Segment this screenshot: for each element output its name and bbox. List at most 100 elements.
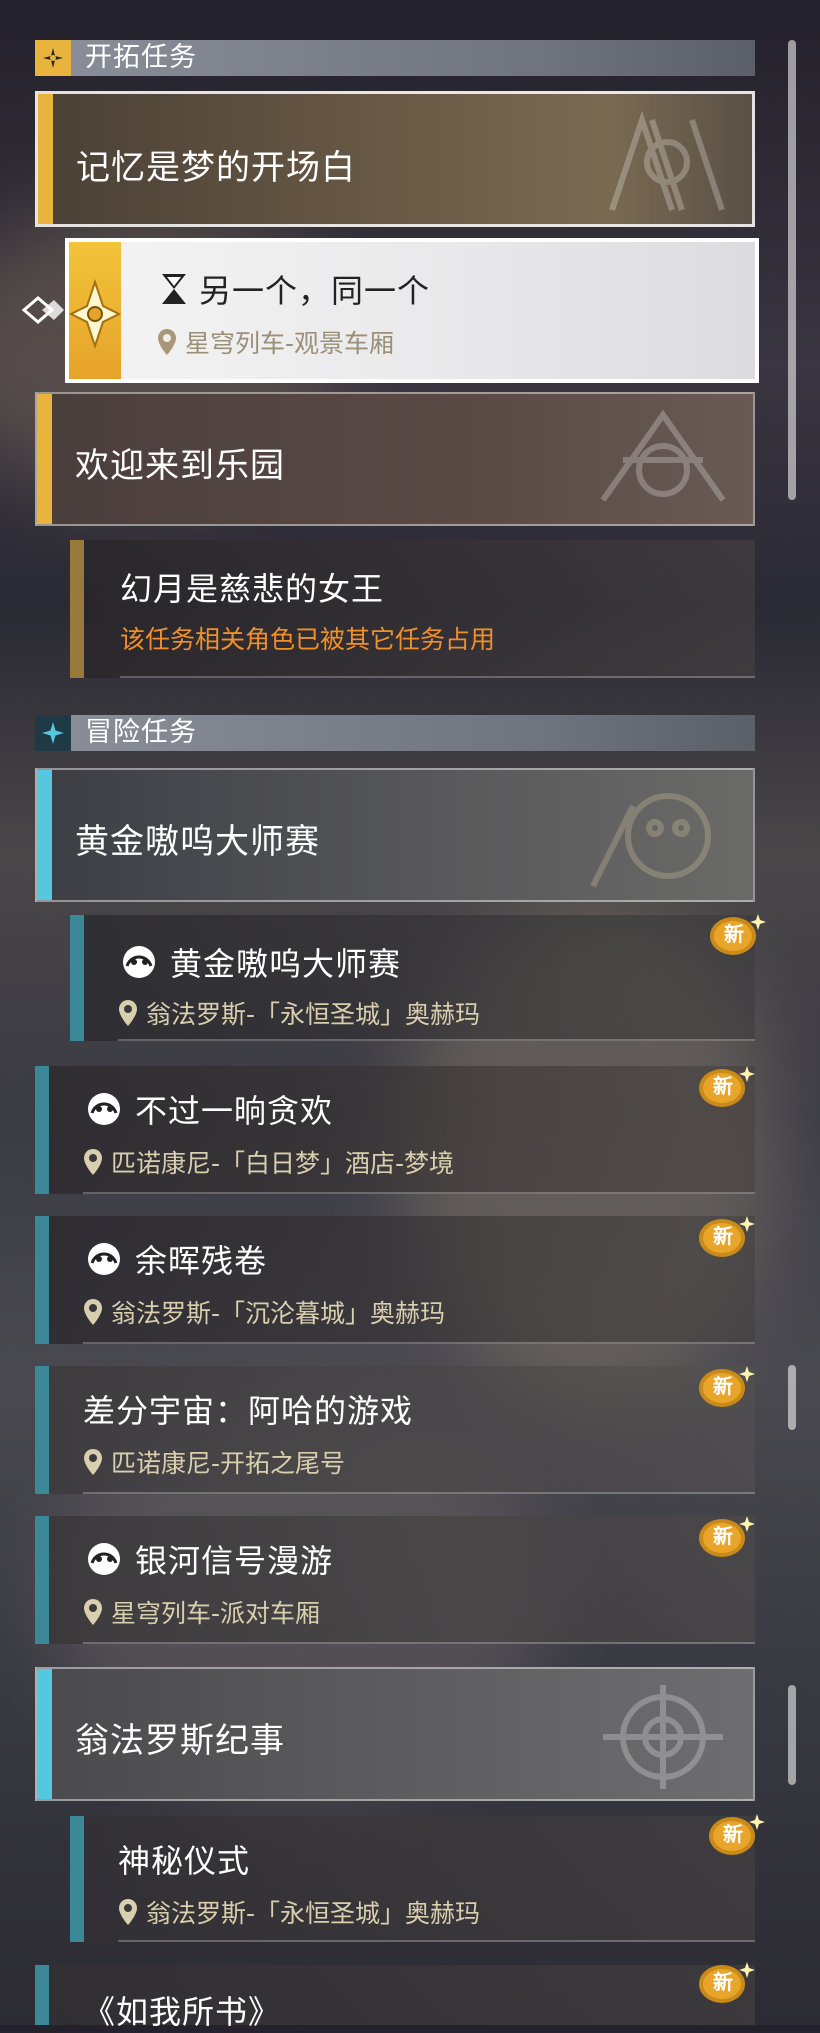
location-text: 翁法罗斯-「永恒圣城」奥赫玛 xyxy=(146,1000,481,1029)
quest-item[interactable]: 《如我所书》 xyxy=(35,1965,755,2031)
scrollbar[interactable] xyxy=(788,40,796,500)
quest-title-text: 不过一晌贪欢 xyxy=(135,1092,334,1130)
quest-group-paradise[interactable]: 欢迎来到乐园 xyxy=(35,392,755,526)
section-header-adventure: 冒险任务 xyxy=(35,715,755,751)
quest-location: 星穹列车-观景车厢 xyxy=(157,324,394,360)
quest-location: 匹诺康尼-「白日梦」酒店-梦境 xyxy=(83,1144,454,1180)
new-badge: 新 xyxy=(707,1812,765,1862)
divider xyxy=(118,1940,755,1942)
emblem-icon xyxy=(603,1685,723,1789)
new-badge: 新 xyxy=(708,912,766,962)
divider xyxy=(120,676,755,678)
quest-title: 黄金嗷呜大师赛 xyxy=(118,939,401,985)
selected-indicator xyxy=(69,242,121,379)
new-badge: 新 xyxy=(697,1514,755,1564)
new-badge-text: 新 xyxy=(723,1822,743,1846)
new-badge: 新 xyxy=(697,1214,755,1264)
quest-strip xyxy=(35,1516,49,1644)
quest-type-bar xyxy=(37,770,52,900)
quest-item-selected[interactable]: 另一个，同一个 星穹列车-观景车厢 xyxy=(65,238,759,383)
quest-strip xyxy=(35,1965,49,2025)
new-badge-text: 新 xyxy=(713,1524,733,1548)
new-badge-text: 新 xyxy=(713,1074,733,1098)
new-badge: 新 xyxy=(697,1960,755,2010)
section-title: 开拓任务 xyxy=(85,42,197,73)
adventure-quest-icon xyxy=(88,1243,120,1275)
quest-strip xyxy=(70,1816,84,1942)
location-pin-icon xyxy=(84,1449,102,1475)
quest-title: 《如我所书》 xyxy=(83,1993,282,2031)
new-badge-text: 新 xyxy=(724,922,744,946)
quest-group-title: 欢迎来到乐园 xyxy=(75,446,285,486)
quest-strip xyxy=(70,915,84,1041)
quest-title: 幻月是慈悲的女王 xyxy=(120,570,385,608)
quest-strip xyxy=(35,1216,49,1344)
location-pin-icon xyxy=(119,1000,137,1026)
adventure-icon xyxy=(35,715,71,751)
quest-title: 银河信号漫游 xyxy=(83,1536,333,1582)
quest-strip xyxy=(35,1066,49,1194)
divider xyxy=(83,1342,755,1344)
quest-title: 差分宇宙：阿哈的游戏 xyxy=(83,1392,414,1430)
divider xyxy=(83,1642,755,1644)
quest-group-golden-awoo[interactable]: 黄金嗷呜大师赛 xyxy=(35,768,755,902)
quest-strip xyxy=(35,1366,49,1494)
quest-location: 翁法罗斯-「永恒圣城」奥赫玛 xyxy=(118,995,480,1031)
quest-group-title: 记忆是梦的开场白 xyxy=(76,148,356,188)
quest-title-text: 另一个，同一个 xyxy=(199,272,431,310)
emblem-icon xyxy=(600,409,726,502)
new-badge-text: 新 xyxy=(713,1374,733,1398)
quest-title-text: 黄金嗷呜大师赛 xyxy=(170,945,402,983)
location-text: 匹诺康尼-「白日梦」酒店-梦境 xyxy=(111,1149,455,1178)
quest-location: 星穹列车-派对车厢 xyxy=(83,1594,320,1630)
adventure-quest-icon xyxy=(88,1543,120,1575)
scrollbar[interactable] xyxy=(788,1685,796,1785)
location-text: 匹诺康尼-开拓之尾号 xyxy=(111,1449,346,1478)
quest-title-text: 银河信号漫游 xyxy=(135,1542,334,1580)
quest-group-memory[interactable]: 记忆是梦的开场白 xyxy=(35,91,755,227)
scrollbar[interactable] xyxy=(788,1365,796,1430)
new-badge: 新 xyxy=(697,1064,755,1114)
selection-arrow-icon xyxy=(20,292,64,332)
quest-item[interactable]: 不过一晌贪欢 匹诺康尼-「白日梦」酒店-梦境 xyxy=(35,1066,755,1194)
location-pin-icon xyxy=(84,1149,102,1175)
quest-item[interactable]: 黄金嗷呜大师赛 翁法罗斯-「永恒圣城」奥赫玛 xyxy=(70,915,755,1041)
quest-location: 翁法罗斯-「沉沦暮城」奥赫玛 xyxy=(83,1294,445,1330)
location-text: 翁法罗斯-「沉沦暮城」奥赫玛 xyxy=(111,1299,446,1328)
divider xyxy=(83,1192,755,1194)
quest-group-title: 翁法罗斯纪事 xyxy=(75,1721,285,1761)
adventure-quest-icon xyxy=(123,946,155,978)
quest-item[interactable]: 余晖残卷 翁法罗斯-「沉沦暮城」奥赫玛 xyxy=(35,1216,755,1344)
location-pin-icon xyxy=(84,1299,102,1325)
new-badge-text: 新 xyxy=(713,1970,733,1994)
quest-group-okhema-chronicle[interactable]: 翁法罗斯纪事 xyxy=(35,1667,755,1801)
quest-title-text: 余晖残卷 xyxy=(135,1242,268,1280)
adventure-quest-icon xyxy=(88,1093,120,1125)
quest-title: 余晖残卷 xyxy=(83,1236,267,1282)
new-badge-text: 新 xyxy=(713,1224,733,1248)
new-badge: 新 xyxy=(697,1364,755,1414)
location-text: 星穹列车-派对车厢 xyxy=(111,1599,321,1628)
location-pin-icon xyxy=(158,329,176,355)
quest-strip xyxy=(70,540,84,678)
location-text: 星穹列车-观景车厢 xyxy=(185,329,395,358)
quest-item[interactable]: 银河信号漫游 星穹列车-派对车厢 xyxy=(35,1516,755,1644)
quest-item[interactable]: 神秘仪式 翁法罗斯-「永恒圣城」奥赫玛 xyxy=(70,1816,755,1942)
trailblaze-emblem-icon xyxy=(69,278,121,350)
quest-type-bar xyxy=(37,1669,52,1799)
quest-title: 不过一晌贪欢 xyxy=(83,1086,333,1132)
location-pin-icon xyxy=(84,1599,102,1625)
quest-title: 另一个，同一个 xyxy=(159,266,430,312)
quest-location: 翁法罗斯-「永恒圣城」奥赫玛 xyxy=(118,1894,480,1930)
quest-warning-note: 该任务相关角色已被其它任务占用 xyxy=(120,625,496,654)
quest-location: 匹诺康尼-开拓之尾号 xyxy=(83,1444,345,1480)
quest-item[interactable]: 幻月是慈悲的女王 该任务相关角色已被其它任务占用 xyxy=(70,540,755,678)
hourglass-icon xyxy=(162,274,186,304)
section-title: 冒险任务 xyxy=(85,717,197,748)
divider xyxy=(83,1492,755,1494)
quest-group-title: 黄金嗷呜大师赛 xyxy=(75,822,320,862)
trailblaze-icon xyxy=(35,40,71,76)
mascot-emblem-icon xyxy=(590,793,711,888)
location-text: 翁法罗斯-「永恒圣城」奥赫玛 xyxy=(146,1899,481,1928)
quest-item[interactable]: 差分宇宙：阿哈的游戏 匹诺康尼-开拓之尾号 xyxy=(35,1366,755,1494)
